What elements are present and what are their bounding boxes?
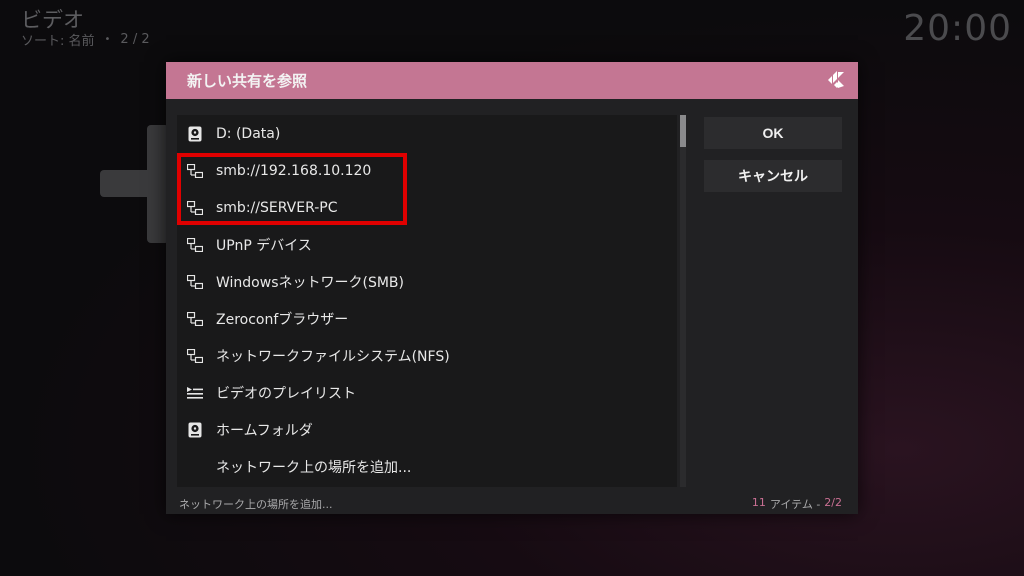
network-icon	[187, 311, 203, 327]
list-item[interactable]: smb://192.168.10.120	[177, 152, 677, 189]
list-item[interactable]: smb://SERVER-PC	[177, 189, 677, 226]
list-item[interactable]: ネットワークファイルシステム(NFS)	[177, 337, 677, 374]
list-item-label: D: (Data)	[216, 125, 281, 142]
cancel-button[interactable]: キャンセル	[704, 160, 842, 192]
ok-button[interactable]: OK	[704, 117, 842, 149]
list-item[interactable]: D: (Data)	[177, 115, 677, 152]
page-indicator: 2 / 2	[120, 32, 150, 47]
item-count: 11	[751, 496, 766, 509]
add-source-plus-horizontal	[100, 170, 170, 197]
network-icon	[187, 348, 203, 364]
list-item[interactable]: Zeroconfブラウザー	[177, 300, 677, 337]
playlist-icon	[187, 385, 203, 401]
list-item[interactable]: UPnP デバイス	[177, 226, 677, 263]
list-item-label: ネットワーク上の場所を追加...	[216, 459, 412, 476]
list-item-label: smb://SERVER-PC	[216, 199, 338, 216]
item-count-status: 11 アイテム - 2/2	[752, 496, 842, 512]
list-item-label: Windowsネットワーク(SMB)	[216, 274, 404, 291]
item-count-label: アイテム -	[769, 498, 821, 511]
network-icon	[187, 200, 203, 216]
sort-info: ソート: 名前 • 2 / 2	[21, 30, 150, 49]
network-icon	[187, 274, 203, 290]
clock: 20:00	[903, 8, 1012, 49]
list-scrollbar[interactable]	[680, 115, 686, 487]
source-list[interactable]: D: (Data) smb://192.168.10.120 smb://SER…	[177, 115, 677, 487]
harddisk-icon	[187, 126, 203, 142]
sort-label[interactable]: ソート: 名前	[21, 30, 95, 49]
kodi-logo-icon	[828, 71, 844, 88]
harddisk-icon	[187, 422, 203, 438]
list-item-label: ホームフォルダ	[216, 422, 313, 439]
network-icon	[187, 237, 203, 253]
selected-item-status: ネットワーク上の場所を追加...	[179, 498, 333, 511]
list-page: 2/2	[824, 496, 842, 509]
separator: •	[104, 34, 111, 45]
list-item[interactable]: Windowsネットワーク(SMB)	[177, 263, 677, 300]
network-icon	[187, 163, 203, 179]
list-item-label: smb://192.168.10.120	[216, 162, 372, 179]
list-item[interactable]: ネットワーク上の場所を追加...	[177, 448, 677, 485]
list-item-label: UPnP デバイス	[216, 237, 312, 254]
browse-share-dialog: 新しい共有を参照 D: (Data) smb://192.168.10.120 …	[166, 62, 858, 514]
list-item-label: ビデオのプレイリスト	[216, 385, 356, 402]
list-item[interactable]: ビデオのプレイリスト	[177, 374, 677, 411]
list-item-label: ネットワークファイルシステム(NFS)	[216, 348, 450, 365]
list-item[interactable]: ホームフォルダ	[177, 411, 677, 448]
scrollbar-thumb[interactable]	[680, 115, 686, 147]
dialog-header: 新しい共有を参照	[166, 62, 858, 99]
list-item-label: Zeroconfブラウザー	[216, 311, 349, 328]
dialog-title: 新しい共有を参照	[187, 72, 308, 90]
